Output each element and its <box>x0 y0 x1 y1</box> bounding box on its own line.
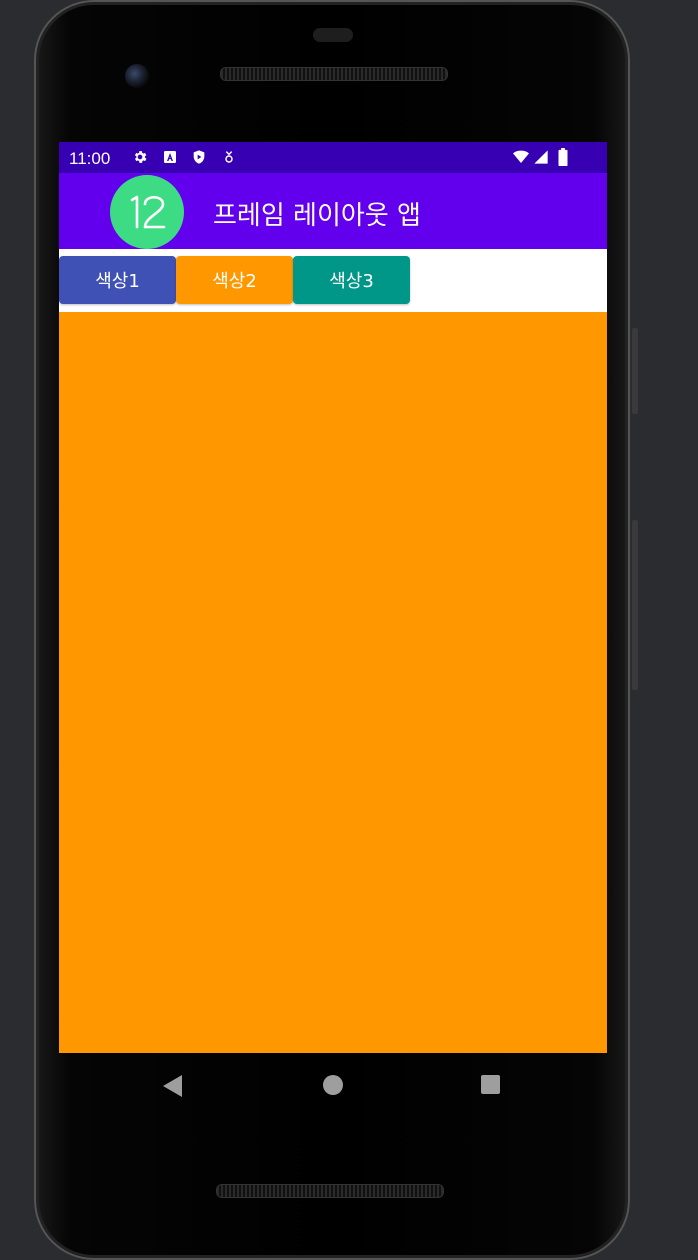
wifi-icon <box>513 150 529 163</box>
volume-button <box>632 520 638 690</box>
battery-icon <box>558 148 568 166</box>
frame-layout-color-area <box>59 312 607 1053</box>
android-12-logo-icon <box>110 175 184 249</box>
settings-icon <box>134 151 147 163</box>
recents-icon[interactable] <box>481 1075 500 1094</box>
device-screen: 11:00 프레임 레이아웃 앱 색상1 색상2 색상3 <box>59 142 607 1053</box>
power-button <box>632 328 638 414</box>
top-speaker-grille <box>220 67 448 81</box>
back-icon[interactable] <box>163 1075 182 1097</box>
logo-numeral-12 <box>130 195 166 229</box>
play-protect-icon <box>193 150 205 164</box>
home-icon[interactable] <box>323 1075 343 1095</box>
bottom-speaker-grille <box>216 1184 444 1198</box>
color2-button[interactable]: 색상2 <box>176 256 293 304</box>
location-icon <box>225 151 233 163</box>
status-time: 11:00 <box>69 149 111 168</box>
text-a-icon <box>164 151 176 163</box>
app-title: 프레임 레이아웃 앱 <box>213 201 421 231</box>
front-camera-icon <box>125 64 149 88</box>
color1-button[interactable]: 색상1 <box>59 256 176 304</box>
button-row: 색상1 색상2 색상3 <box>59 249 607 312</box>
signal-icon <box>534 150 548 164</box>
color3-button[interactable]: 색상3 <box>293 256 410 304</box>
proximity-sensor <box>313 28 353 42</box>
status-bar: 11:00 <box>59 142 607 173</box>
app-bar: 프레임 레이아웃 앱 <box>59 173 607 249</box>
